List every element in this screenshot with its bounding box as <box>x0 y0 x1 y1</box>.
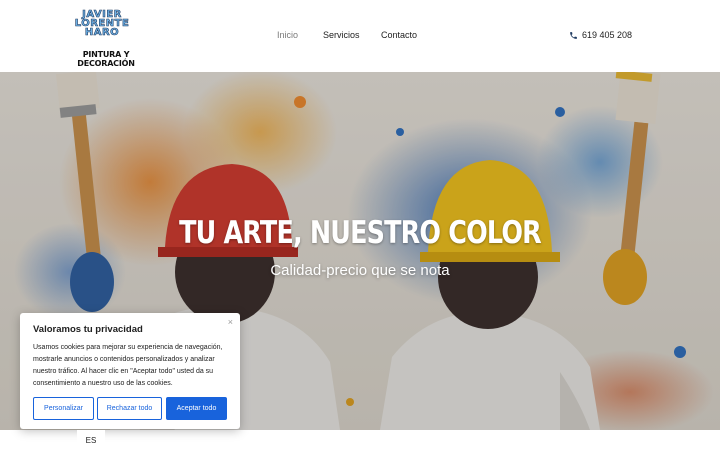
logo-tagline: PINTURA Y DECORACIÓN <box>77 50 135 68</box>
site-header: JAVIER LORENTE HARO PINTURA Y DECORACIÓN… <box>0 0 720 72</box>
site-logo[interactable]: JAVIER LORENTE HARO PINTURA Y DECORACIÓN <box>58 8 154 68</box>
nav-inicio[interactable]: Inicio <box>277 30 298 40</box>
cookie-consent-banner: Valoramos tu privacidad × Usamos cookies… <box>20 313 240 429</box>
cookie-description: Usamos cookies para mejorar su experienc… <box>33 344 223 387</box>
reject-all-button[interactable]: Rechazar todo <box>97 397 162 420</box>
accept-all-button[interactable]: Aceptar todo <box>166 397 227 420</box>
customize-button[interactable]: Personalizar <box>33 397 94 420</box>
logo-name: JAVIER LORENTE HARO <box>74 9 130 38</box>
close-icon[interactable]: × <box>228 317 233 327</box>
language-switcher[interactable]: ES <box>77 430 105 450</box>
hero-subtitle: Calidad-precio que se nota <box>270 262 450 279</box>
page: JAVIER LORENTE HARO PINTURA Y DECORACIÓN… <box>0 0 720 450</box>
phone-icon <box>570 31 577 39</box>
phone-link[interactable]: 619 405 208 <box>569 30 632 40</box>
cookie-title: Valoramos tu privacidad <box>33 324 143 335</box>
nav-servicios[interactable]: Servicios <box>323 30 360 40</box>
hero-title: TU ARTE, NUESTRO COLOR <box>179 215 542 251</box>
phone-number: 619 405 208 <box>582 30 633 40</box>
nav-contacto[interactable]: Contacto <box>381 30 417 40</box>
